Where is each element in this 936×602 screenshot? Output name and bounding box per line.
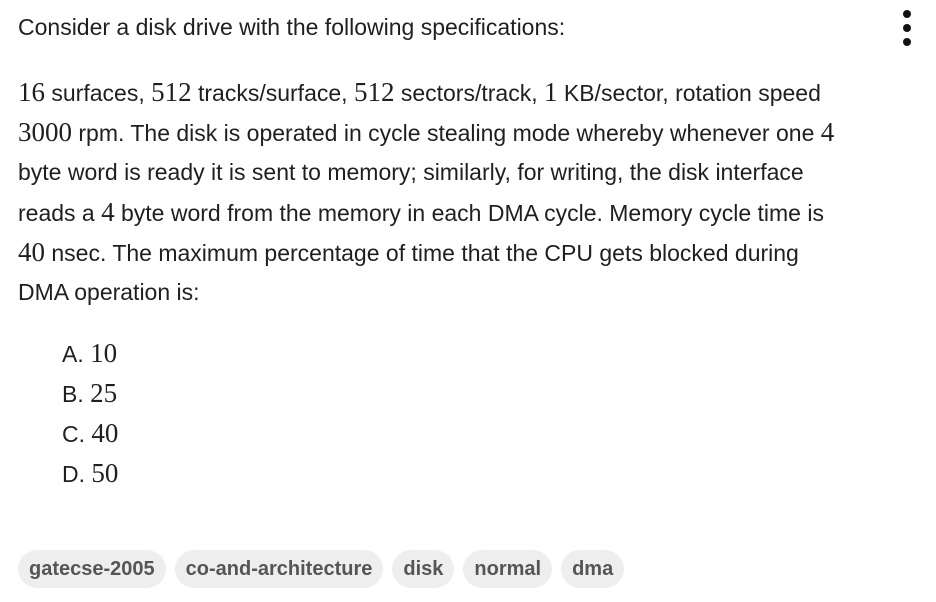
math-number: 16 [18, 77, 45, 107]
tag-disk[interactable]: disk [392, 550, 455, 588]
option-value: 25 [90, 378, 118, 408]
question-line: DMA operation is: [18, 272, 918, 312]
question-line: reads a 4 byte word from the memory in e… [18, 192, 918, 232]
option-letter: B. [62, 381, 84, 407]
option-value: 50 [91, 458, 119, 488]
question-text: sectors/track, [394, 80, 544, 106]
option-value: 40 [91, 418, 119, 448]
option-letter: D. [62, 461, 85, 487]
question-line: byte word is ready it is sent to memory;… [18, 152, 918, 192]
tag-dma[interactable]: dma [561, 550, 625, 588]
question-text: reads a [18, 200, 102, 226]
question-text: nsec. The maximum percentage of time tha… [45, 240, 799, 266]
answer-option-d[interactable]: D. 50 [62, 453, 118, 493]
math-number: 1 [543, 77, 558, 107]
option-letter: C. [62, 421, 85, 447]
vertical-ellipsis-icon-dot [903, 24, 911, 32]
question-line: 16 surfaces, 512 tracks/surface, 512 sec… [18, 72, 918, 112]
question-text: rpm. The disk is operated in cycle steal… [72, 120, 821, 146]
math-number: 40 [18, 237, 45, 267]
vertical-ellipsis-icon [903, 10, 911, 18]
math-number: 512 [151, 77, 192, 107]
option-letter: A. [62, 341, 84, 367]
math-number: 512 [353, 77, 395, 107]
question-line: 40 nsec. The maximum percentage of time … [18, 232, 918, 272]
question-body: 16 surfaces, 512 tracks/surface, 512 sec… [18, 72, 918, 312]
question-text: DMA operation is: [18, 279, 200, 305]
vertical-ellipsis-icon-dot [903, 38, 911, 46]
question-text: byte word from the memory in each DMA cy… [114, 200, 824, 226]
answer-option-a[interactable]: A. 10 [62, 333, 118, 373]
question-line: 3000 rpm. The disk is operated in cycle … [18, 112, 918, 152]
question-text: byte word is ready it is sent to memory;… [18, 159, 804, 185]
tag-list: gatecse-2005 co-and-architecture disk norma… [18, 550, 625, 588]
question-title: Consider a disk drive with the following… [18, 14, 566, 40]
math-number: 3000 [18, 117, 72, 147]
tag-co-and-architecture[interactable]: co-and-architecture [174, 550, 384, 588]
answer-options: A. 10 B. 25 C. 40 D. 50 [62, 333, 118, 493]
question-text: surfaces, [45, 80, 152, 106]
math-number: 4 [101, 197, 115, 227]
math-number: 4 [820, 117, 835, 147]
answer-option-b[interactable]: B. 25 [62, 373, 118, 413]
question-text: KB/sector, rotation speed [557, 80, 821, 106]
answer-option-c[interactable]: C. 40 [62, 413, 118, 453]
tag-normal[interactable]: normal [463, 550, 553, 588]
question-text: tracks/surface, [191, 80, 354, 106]
tag-gatecse-2005[interactable]: gatecse-2005 [18, 550, 166, 588]
option-value: 10 [90, 338, 118, 368]
more-options-button[interactable] [895, 10, 919, 46]
